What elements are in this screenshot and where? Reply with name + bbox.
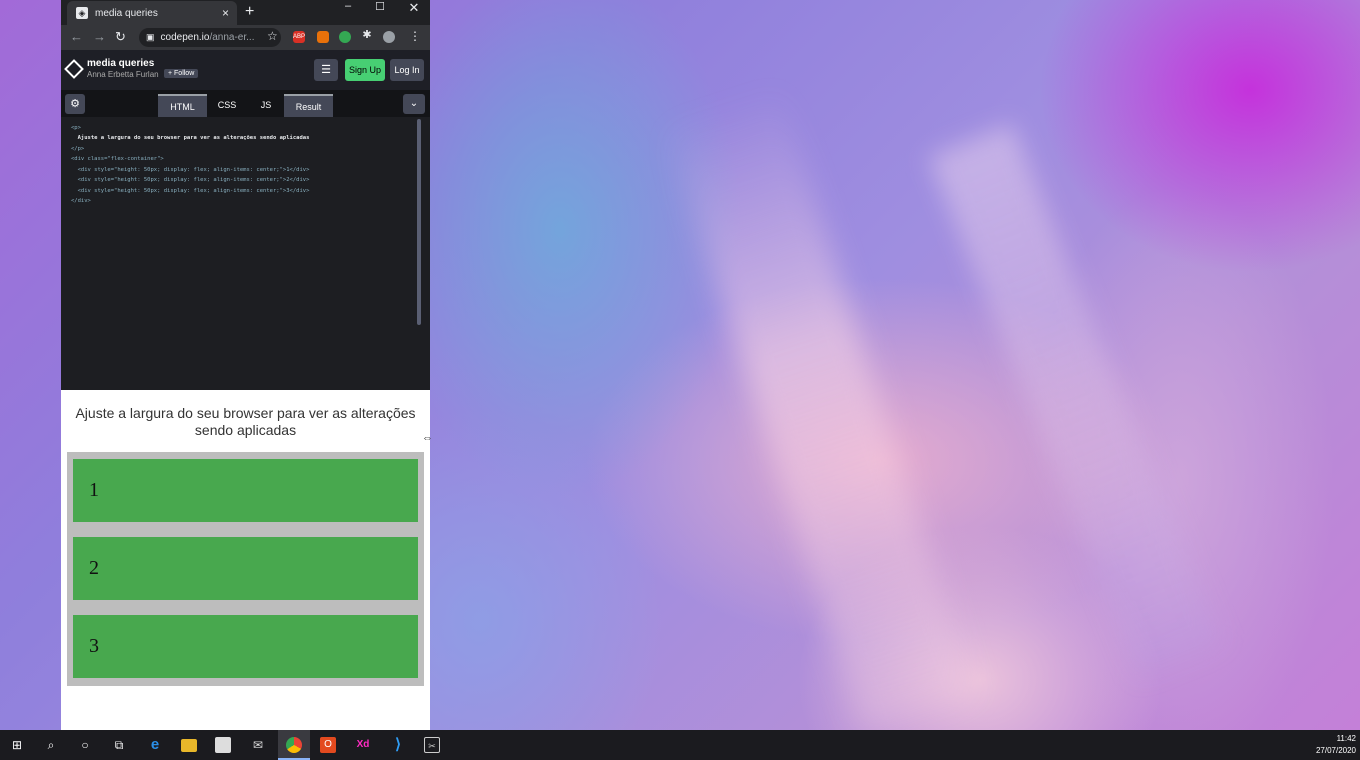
forward-button[interactable]: → (93, 29, 106, 44)
clock-date[interactable]: 27/07/2020 (1300, 746, 1356, 755)
mail-icon[interactable]: ✉ (250, 737, 266, 753)
chrome-icon[interactable] (286, 737, 302, 753)
codepen-favicon-icon: ◈ (76, 7, 88, 19)
codepen-header: media queries Anna Erbetta Furlan + Foll… (61, 50, 430, 90)
extension-icon[interactable] (317, 31, 329, 43)
windows-taskbar: ⊞ ⌕ ○ ⧉ e ✉ O Xd ⟩ ✂ 11:42 27/07/2020 (0, 730, 1360, 760)
close-tab-icon[interactable]: × (222, 6, 229, 20)
clock-time[interactable]: 11:42 (1318, 734, 1356, 743)
follow-button[interactable]: + Follow (164, 69, 199, 78)
bookmark-star-icon[interactable]: ☆ (267, 29, 278, 43)
codepen-logo-icon[interactable] (64, 59, 84, 79)
resize-cursor-icon: ⇔ (422, 432, 433, 444)
pen-title: media queries (87, 58, 155, 69)
editor-tabs: ⚙ HTML CSS JS Result ⌄ (61, 90, 430, 117)
browser-tab[interactable]: ◈ media queries × (67, 1, 237, 25)
flex-item: 3 (73, 615, 418, 678)
back-button[interactable]: ← (70, 29, 83, 44)
tab-title: media queries (95, 7, 158, 19)
cortana-icon[interactable]: ○ (77, 737, 93, 753)
browser-tabbar: ◈ media queries × + – ☐ ✕ (61, 0, 430, 25)
new-tab-button[interactable]: + (245, 3, 254, 21)
edge-browser-icon[interactable]: e (147, 737, 163, 753)
address-bar[interactable]: ▣ codepen.io/anna-er... (139, 28, 281, 47)
code-line: <div style="height: 50px; display: flex;… (71, 177, 310, 183)
extensions-puzzle-icon[interactable]: ✱ (361, 29, 373, 41)
tab-html[interactable]: HTML (158, 94, 207, 117)
snipping-tool-icon[interactable]: ✂ (424, 737, 440, 753)
layout-toggle-button[interactable]: ☰ (314, 59, 338, 81)
editor-scrollbar[interactable] (417, 119, 421, 325)
start-button-icon[interactable]: ⊞ (9, 737, 25, 753)
adblock-extension-icon[interactable]: ABP (293, 31, 305, 43)
pen-author[interactable]: Anna Erbetta Furlan (87, 70, 159, 79)
sign-up-button[interactable]: Sign Up (345, 59, 385, 81)
office-icon[interactable]: O (320, 737, 336, 753)
browser-window: ◈ media queries × + – ☐ ✕ ← → ↻ ▣ codepe… (61, 0, 430, 730)
code-line: <div class="flex-container"> (71, 156, 164, 162)
flex-item: 1 (73, 459, 418, 522)
code-line: <div style="height: 50px; display: flex;… (71, 167, 310, 173)
flex-container: 1 2 3 (67, 452, 424, 686)
result-paragraph: Ajuste a largura do seu browser para ver… (75, 405, 416, 438)
tab-css[interactable]: CSS (209, 94, 245, 117)
code-line: </p> (71, 146, 85, 152)
adobe-xd-icon[interactable]: Xd (355, 737, 371, 753)
chevron-down-icon[interactable]: ⌄ (403, 94, 425, 114)
file-explorer-icon[interactable] (181, 739, 197, 752)
code-line: </div> (71, 198, 91, 204)
code-line: Ajuste a largura do seu browser para ver… (71, 135, 310, 141)
maximize-button[interactable]: ☐ (365, 0, 395, 13)
reload-button[interactable]: ↻ (115, 29, 126, 45)
search-icon[interactable]: ⌕ (43, 737, 59, 753)
task-view-icon[interactable]: ⧉ (111, 737, 127, 753)
log-in-button[interactable]: Log In (390, 59, 424, 81)
flex-item: 2 (73, 537, 418, 600)
store-icon[interactable] (215, 737, 231, 753)
close-window-button[interactable]: ✕ (399, 0, 429, 15)
profile-avatar-icon[interactable] (383, 31, 395, 43)
vscode-icon[interactable]: ⟩ (390, 737, 406, 753)
url-text: codepen.io (160, 32, 210, 43)
browser-menu-icon[interactable]: ⋮ (409, 29, 421, 43)
tab-js[interactable]: JS (249, 94, 283, 117)
extension-icon[interactable] (339, 31, 351, 43)
code-line: <div style="height: 50px; display: flex;… (71, 188, 310, 194)
tab-result[interactable]: Result (284, 94, 333, 117)
url-path-text: /anna-er... (209, 32, 255, 43)
lock-icon: ▣ (146, 32, 155, 42)
browser-toolbar: ← → ↻ ▣ codepen.io/anna-er... ☆ ABP ✱ ⋮ (61, 25, 430, 50)
settings-gear-icon[interactable]: ⚙ (65, 94, 85, 114)
html-code-editor[interactable]: <p> Ajuste a largura do seu browser para… (61, 117, 430, 390)
minimize-button[interactable]: – (333, 0, 363, 12)
result-preview: Ajuste a largura do seu browser para ver… (61, 390, 430, 730)
code-line: <p> (71, 125, 81, 131)
